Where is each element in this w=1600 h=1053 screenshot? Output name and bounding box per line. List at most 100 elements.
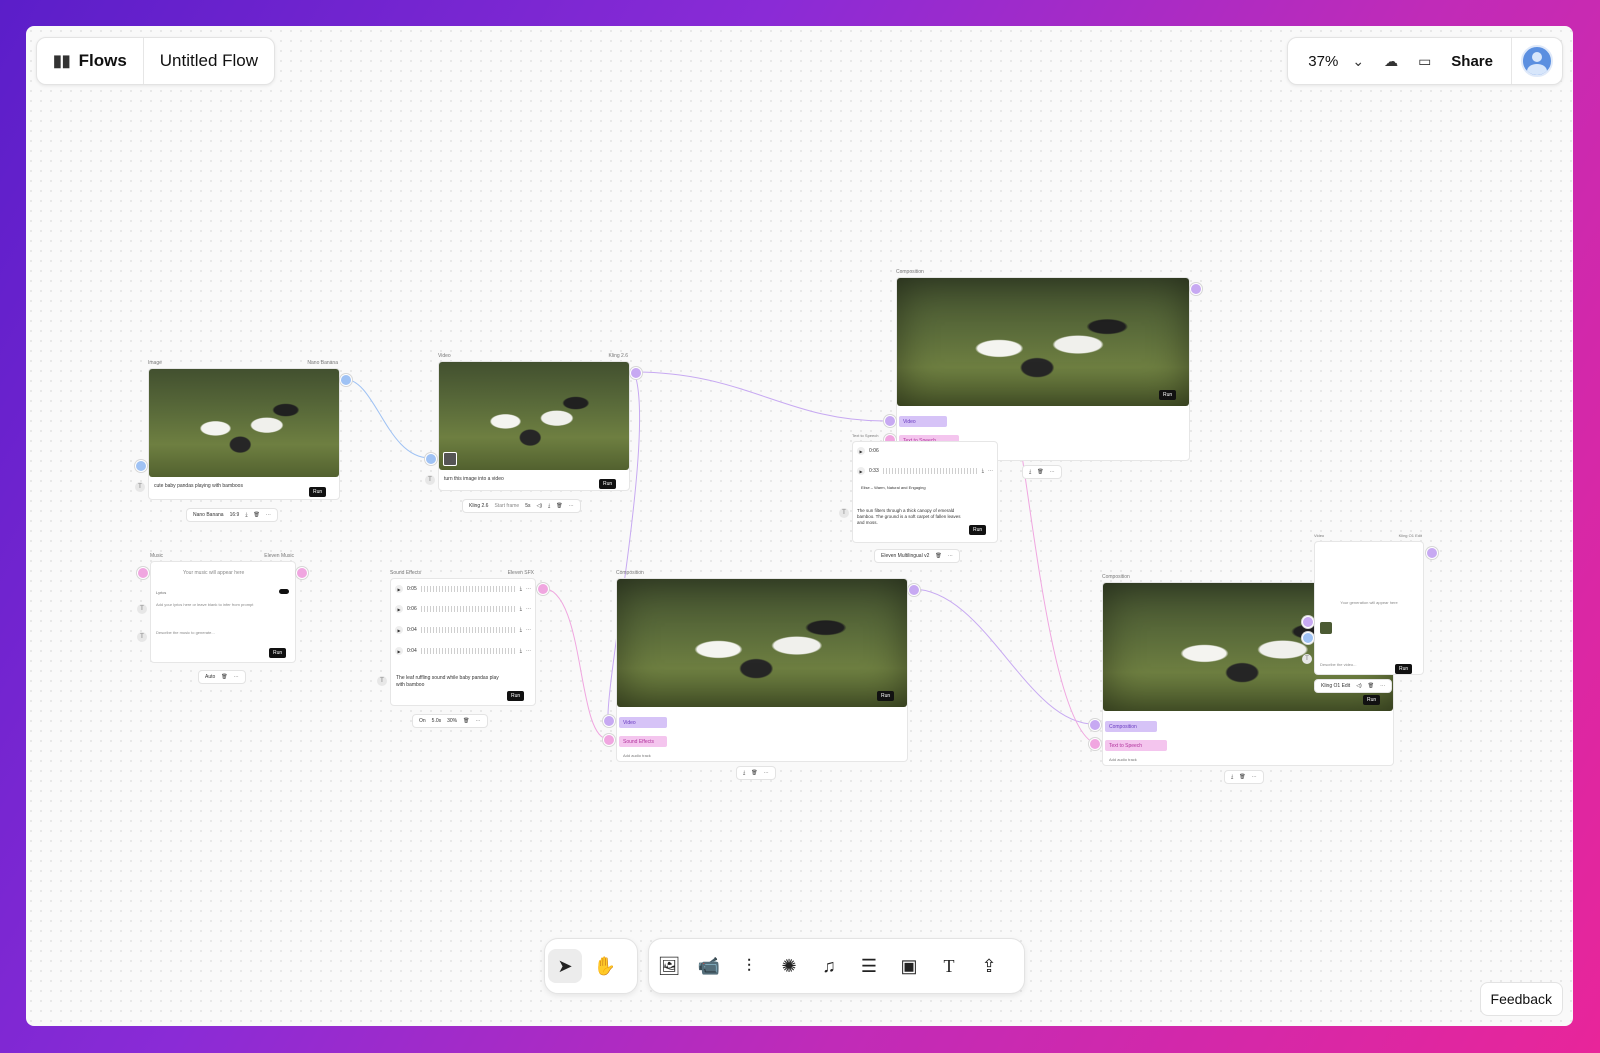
trash-icon[interactable]: 🗑 bbox=[1239, 774, 1245, 780]
model-select[interactable]: Eleven Multilingual v2 bbox=[881, 553, 929, 559]
trash-icon[interactable]: 🗑 bbox=[935, 553, 941, 559]
more-icon[interactable]: ⋯ bbox=[1050, 469, 1055, 475]
video-track[interactable]: Video bbox=[899, 416, 947, 427]
tts-text[interactable]: The sun filters through a thick canopy o… bbox=[857, 508, 969, 526]
folder-button[interactable]: ▭ bbox=[1408, 38, 1441, 84]
composition-node-tool[interactable]: ☰ bbox=[852, 949, 886, 983]
trash-icon[interactable]: 🗑 bbox=[751, 770, 757, 776]
duration-select[interactable]: 5s bbox=[525, 503, 530, 509]
trash-icon[interactable]: 🗑 bbox=[1037, 469, 1043, 475]
more-icon[interactable]: ⋯ bbox=[948, 553, 953, 559]
input-port[interactable] bbox=[425, 453, 437, 465]
run-button[interactable]: Run bbox=[1159, 390, 1177, 400]
more-icon[interactable]: ⋯ bbox=[764, 770, 769, 776]
lyrics-input[interactable]: Add your lyrics here or leave blank to i… bbox=[156, 602, 253, 607]
timeline-ruler[interactable] bbox=[899, 407, 1187, 413]
video-input-port[interactable] bbox=[603, 715, 615, 727]
flows-menu-button[interactable]: ▮▮ Flows bbox=[37, 38, 143, 84]
audio-track[interactable]: Text to Speech bbox=[1105, 740, 1167, 751]
audio-clip-row[interactable]: ▶ 0:04 ⤓ ⋯ bbox=[395, 623, 531, 637]
start-frame-thumb[interactable] bbox=[443, 452, 457, 466]
prompt-text[interactable]: turn this image into a video bbox=[444, 476, 504, 482]
duration-select[interactable]: 5.0s bbox=[432, 718, 441, 724]
download-icon[interactable]: ⤓ bbox=[520, 648, 522, 654]
audio-input-port[interactable] bbox=[1089, 738, 1101, 750]
text-input-port[interactable]: T bbox=[137, 604, 147, 614]
audio-clip-row[interactable]: ▶ 0:06 ⤓ ⋯ bbox=[395, 602, 531, 616]
more-icon[interactable]: ⋯ bbox=[526, 627, 531, 633]
output-port[interactable] bbox=[1426, 547, 1438, 559]
share-button[interactable]: Share bbox=[1441, 38, 1511, 84]
prompt-text[interactable]: cute baby pandas playing with bamboos bbox=[154, 483, 243, 489]
text-node-tool[interactable]: T bbox=[932, 949, 966, 983]
image-input-port[interactable] bbox=[1302, 632, 1314, 644]
influence-select[interactable]: 30% bbox=[447, 718, 457, 724]
run-button[interactable]: Run bbox=[599, 479, 617, 489]
text-input-port[interactable]: T bbox=[1302, 654, 1312, 664]
text-input-port[interactable]: T bbox=[425, 475, 435, 485]
trash-icon[interactable]: 🗑 bbox=[1368, 683, 1374, 689]
audio-clip-row[interactable]: ▶ 0:05 ⤓ ⋯ bbox=[395, 582, 531, 596]
audio-node-tool[interactable]: ⫶ bbox=[732, 949, 766, 983]
avatar-button[interactable] bbox=[1511, 38, 1562, 84]
trash-icon[interactable]: 🗑 bbox=[463, 718, 469, 724]
audio-clip-row[interactable]: ▶ 0:33 ⤓ ⋯ bbox=[857, 464, 993, 478]
trash-icon[interactable]: 🗑 bbox=[556, 503, 562, 509]
output-port[interactable] bbox=[630, 367, 642, 379]
zoom-control[interactable]: 37% ⌄ bbox=[1288, 38, 1374, 84]
mode-select[interactable]: Auto bbox=[205, 674, 215, 680]
cloud-upload-button[interactable]: ☁ bbox=[1374, 38, 1408, 84]
start-frame-select[interactable]: Start frame bbox=[494, 503, 519, 509]
text-input-port[interactable]: T bbox=[137, 632, 147, 642]
more-icon[interactable]: ⋯ bbox=[266, 512, 271, 518]
sound-effects-node[interactable]: Sound Effects Eleven SFX ▶ 0:05 ⤓ ⋯ ▶ 0:06 ⤓ ⋯… bbox=[390, 570, 536, 740]
play-icon[interactable]: ▶ bbox=[395, 605, 403, 613]
run-button[interactable]: Run bbox=[269, 648, 287, 658]
more-icon[interactable]: ⋯ bbox=[476, 718, 481, 724]
effect-node-tool[interactable]: ✺ bbox=[772, 949, 806, 983]
more-icon[interactable]: ⋯ bbox=[526, 648, 531, 654]
more-icon[interactable]: ⋯ bbox=[569, 503, 574, 509]
voice-select[interactable]: Elise – Warm, Natural and Engaging bbox=[861, 485, 926, 490]
audio-input-port[interactable] bbox=[603, 734, 615, 746]
timeline-ruler[interactable] bbox=[1105, 712, 1391, 718]
run-button[interactable]: Run bbox=[877, 691, 895, 701]
play-icon[interactable]: ▶ bbox=[395, 585, 403, 593]
run-button[interactable]: Run bbox=[309, 487, 327, 497]
download-icon[interactable]: ⤓ bbox=[743, 770, 745, 776]
audio-icon[interactable]: ◁) bbox=[536, 503, 542, 509]
timeline-ruler[interactable] bbox=[619, 708, 905, 714]
hand-tool[interactable]: ✋ bbox=[588, 949, 622, 983]
download-icon[interactable]: ⤓ bbox=[1029, 469, 1031, 475]
more-icon[interactable]: ⋯ bbox=[526, 606, 531, 612]
play-icon[interactable]: ▶ bbox=[857, 447, 865, 455]
more-icon[interactable]: ⋯ bbox=[1380, 683, 1385, 689]
output-port[interactable] bbox=[908, 584, 920, 596]
model-select[interactable]: Kling O1 Edit bbox=[1321, 683, 1350, 689]
run-button[interactable]: Run bbox=[969, 525, 987, 535]
video-track[interactable]: Video bbox=[619, 717, 667, 728]
play-icon[interactable]: ▶ bbox=[395, 647, 403, 655]
run-button[interactable]: Run bbox=[507, 691, 525, 701]
video-input-port[interactable] bbox=[884, 415, 896, 427]
video-track[interactable]: Composition bbox=[1105, 721, 1157, 732]
audio-icon[interactable]: ◁) bbox=[1356, 683, 1362, 689]
select-tool[interactable]: ➤ bbox=[548, 949, 582, 983]
input-port[interactable] bbox=[137, 567, 149, 579]
trash-icon[interactable]: 🗑 bbox=[221, 674, 227, 680]
model-select[interactable]: Nano Banana bbox=[193, 512, 224, 518]
video-node-tool[interactable]: 📹 bbox=[692, 949, 726, 983]
download-icon[interactable]: ⤓ bbox=[520, 627, 522, 633]
video-prompt-input[interactable]: Describe the video... bbox=[1320, 662, 1356, 667]
output-port[interactable] bbox=[1190, 283, 1202, 295]
composition-node-top[interactable]: Composition Run Video Text to Speech Add… bbox=[896, 269, 1190, 479]
download-icon[interactable]: ⤓ bbox=[548, 503, 550, 509]
audio-track[interactable]: Sound Effects bbox=[619, 736, 667, 747]
play-icon[interactable]: ▶ bbox=[395, 626, 403, 634]
video-edit-node-tool[interactable]: ▣ bbox=[892, 949, 926, 983]
text-to-speech-node[interactable]: Text to Speech ▶ 0:06 ▶ 0:33 ⤓ ⋯ Elise – War… bbox=[852, 433, 998, 563]
canvas[interactable]: ▮▮ Flows Untitled Flow 37% ⌄ ☁ ▭ Share I… bbox=[26, 26, 1573, 1026]
text-input-port[interactable]: T bbox=[377, 676, 387, 686]
download-icon[interactable]: ⤓ bbox=[520, 606, 522, 612]
music-prompt-input[interactable]: Describe the music to generate... bbox=[156, 630, 215, 635]
